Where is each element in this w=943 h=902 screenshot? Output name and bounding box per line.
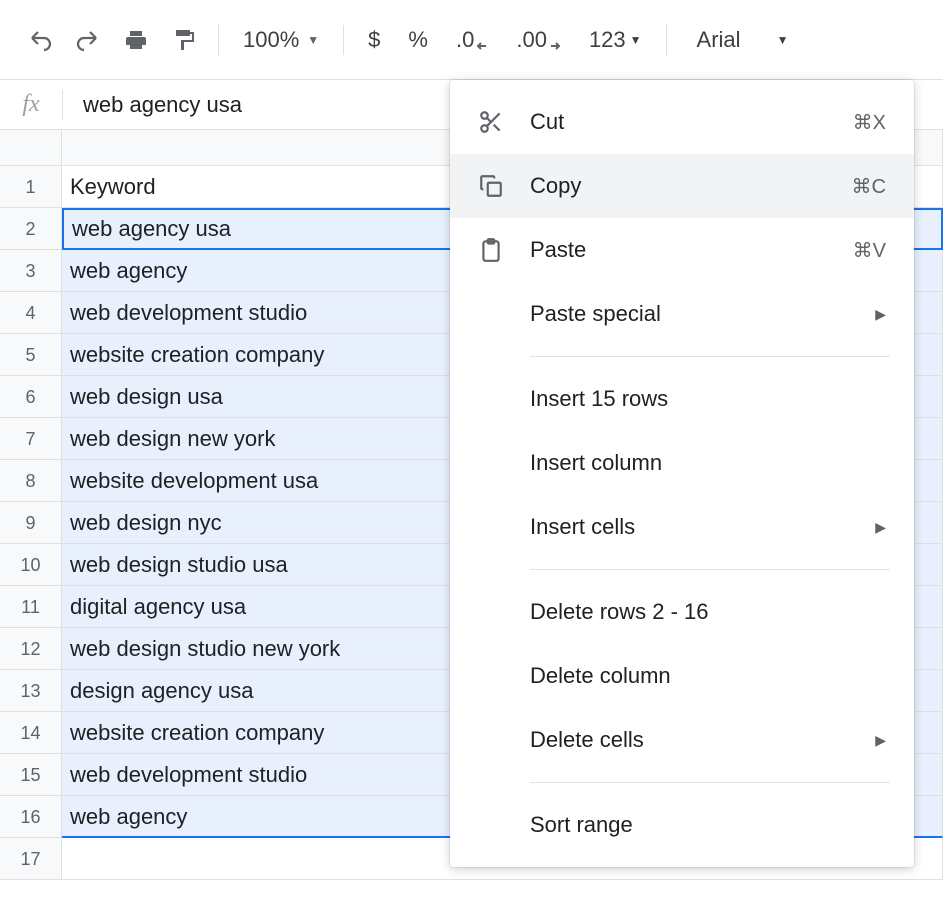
toolbar: 100% ▼ $ % .0 .00 123 ▼ Arial ▼ [0,0,943,80]
more-formats-button[interactable]: 123 ▼ [579,20,652,60]
row-header[interactable]: 4 [0,292,62,334]
select-all-corner[interactable] [0,130,62,165]
shortcut: ⌘V [853,238,886,263]
paint-format-button[interactable] [164,20,204,60]
separator [343,25,344,55]
row-header[interactable]: 6 [0,376,62,418]
ctx-cut[interactable]: Cut ⌘X [450,90,914,154]
row-header[interactable]: 15 [0,754,62,796]
chevron-right-icon: ▶ [875,732,886,749]
shortcut: ⌘X [853,110,886,135]
format-currency-button[interactable]: $ [358,20,390,60]
decrease-decimal-button[interactable]: .0 [446,20,498,60]
zoom-value: 100% [243,27,299,53]
redo-button[interactable] [68,20,108,60]
row-header[interactable]: 11 [0,586,62,628]
undo-button[interactable] [20,20,60,60]
ctx-paste-special[interactable]: Paste special ▶ [450,282,914,346]
chevron-down-icon: ▼ [307,33,319,47]
separator [218,25,219,55]
row-header[interactable]: 8 [0,460,62,502]
row-header[interactable]: 10 [0,544,62,586]
row-header[interactable]: 17 [0,838,62,880]
format-percent-button[interactable]: % [398,20,438,60]
ctx-delete-rows[interactable]: Delete rows 2 - 16 [450,580,914,644]
ctx-insert-rows[interactable]: Insert 15 rows [450,367,914,431]
ctx-paste[interactable]: Paste ⌘V [450,218,914,282]
ctx-insert-column[interactable]: Insert column [450,431,914,495]
separator [530,356,890,357]
context-menu: Cut ⌘X Copy ⌘C Paste ⌘V Paste special ▶ … [450,80,914,867]
separator [530,569,890,570]
row-header[interactable]: 1 [0,166,62,208]
zoom-dropdown[interactable]: 100% ▼ [233,27,329,53]
ctx-insert-cells[interactable]: Insert cells ▶ [450,495,914,559]
ctx-copy[interactable]: Copy ⌘C [450,154,914,218]
increase-decimal-button[interactable]: .00 [506,20,571,60]
copy-icon [478,173,530,199]
separator [666,25,667,55]
shortcut: ⌘C [852,174,886,199]
font-family-dropdown[interactable]: Arial ▼ [681,27,805,53]
print-button[interactable] [116,20,156,60]
row-header[interactable]: 3 [0,250,62,292]
row-headers: 1234567891011121314151617 [0,166,62,880]
font-name: Arial [697,27,741,53]
chevron-down-icon: ▼ [777,33,789,47]
row-header[interactable]: 16 [0,796,62,838]
ctx-sort-range[interactable]: Sort range [450,793,914,857]
ctx-delete-column[interactable]: Delete column [450,644,914,708]
row-header[interactable]: 12 [0,628,62,670]
row-header[interactable]: 7 [0,418,62,460]
chevron-right-icon: ▶ [875,519,886,536]
fx-label: fx [0,91,62,118]
row-header[interactable]: 9 [0,502,62,544]
ctx-delete-cells[interactable]: Delete cells ▶ [450,708,914,772]
row-header[interactable]: 13 [0,670,62,712]
chevron-down-icon: ▼ [630,33,642,47]
separator [530,782,890,783]
row-header[interactable]: 14 [0,712,62,754]
clipboard-icon [478,237,530,263]
row-header[interactable]: 5 [0,334,62,376]
row-header[interactable]: 2 [0,208,62,250]
scissors-icon [478,109,530,135]
chevron-right-icon: ▶ [875,306,886,323]
